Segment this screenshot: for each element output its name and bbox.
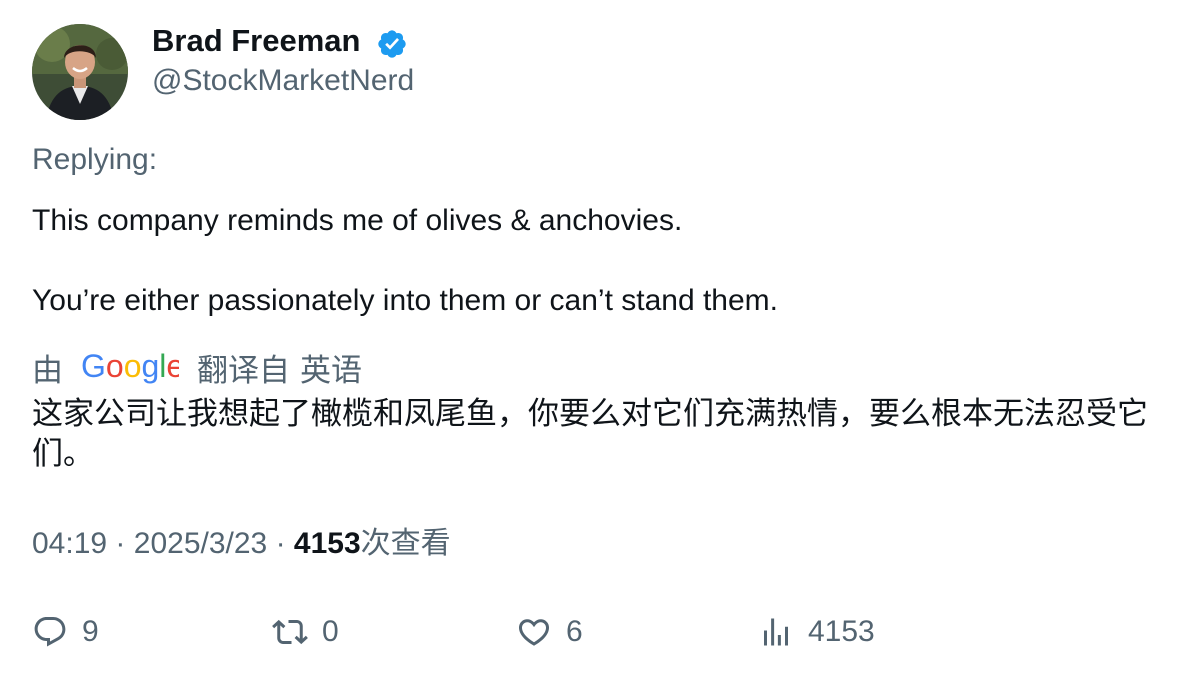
tweet-metadata: 04:19 · 2025/3/23 · 4153次查看 <box>32 525 451 563</box>
avatar[interactable] <box>32 24 128 120</box>
views-count: 4153 <box>293 527 361 560</box>
retweet-icon <box>272 619 308 645</box>
separator: · <box>115 527 126 560</box>
translated-from-label: 翻译自 <box>197 352 290 389</box>
display-name[interactable]: Brad Freeman <box>152 23 360 59</box>
tweet-time[interactable]: 04:19 <box>32 527 107 560</box>
retweet-count: 0 <box>322 615 339 648</box>
retweet-button[interactable]: 0 <box>272 612 339 652</box>
like-button[interactable]: 6 <box>516 612 583 652</box>
tweet-text-line: This company reminds me of olives & anch… <box>32 204 683 237</box>
like-icon <box>518 619 550 646</box>
reply-button[interactable]: 9 <box>32 612 99 652</box>
replying-label: Replying: <box>32 143 158 176</box>
views-action-count: 4153 <box>808 615 875 648</box>
views-label: 次查看 <box>360 526 451 561</box>
views-button[interactable]: 4153 <box>758 612 875 652</box>
reply-icon <box>34 617 66 647</box>
svg-text:Google: Google <box>81 349 179 384</box>
source-language: 英语 <box>300 352 362 389</box>
tweet-text-line: You’re either passionately into them or … <box>32 284 778 317</box>
separator: · <box>275 527 286 560</box>
tweet-date[interactable]: 2025/3/23 <box>134 527 267 560</box>
user-handle[interactable]: @StockMarketNerd <box>152 63 414 99</box>
like-count: 6 <box>566 615 583 648</box>
translated-by-label: 由 <box>32 352 63 389</box>
tweet-detail: Brad Freeman @StockMarketNerd Replying: … <box>0 0 1196 678</box>
reply-count: 9 <box>82 615 99 648</box>
translation-attribution: 由 Google 翻译自 英语 <box>32 347 362 389</box>
verified-badge-icon <box>378 30 406 58</box>
translated-tweet-text: 这家公司让我想起了橄榄和凤尾鱼，你要么对它们充满热情，要么根本无法忍受它们。 <box>32 396 1148 472</box>
views-icon <box>764 618 788 646</box>
google-logo-icon[interactable]: Google <box>81 349 179 385</box>
